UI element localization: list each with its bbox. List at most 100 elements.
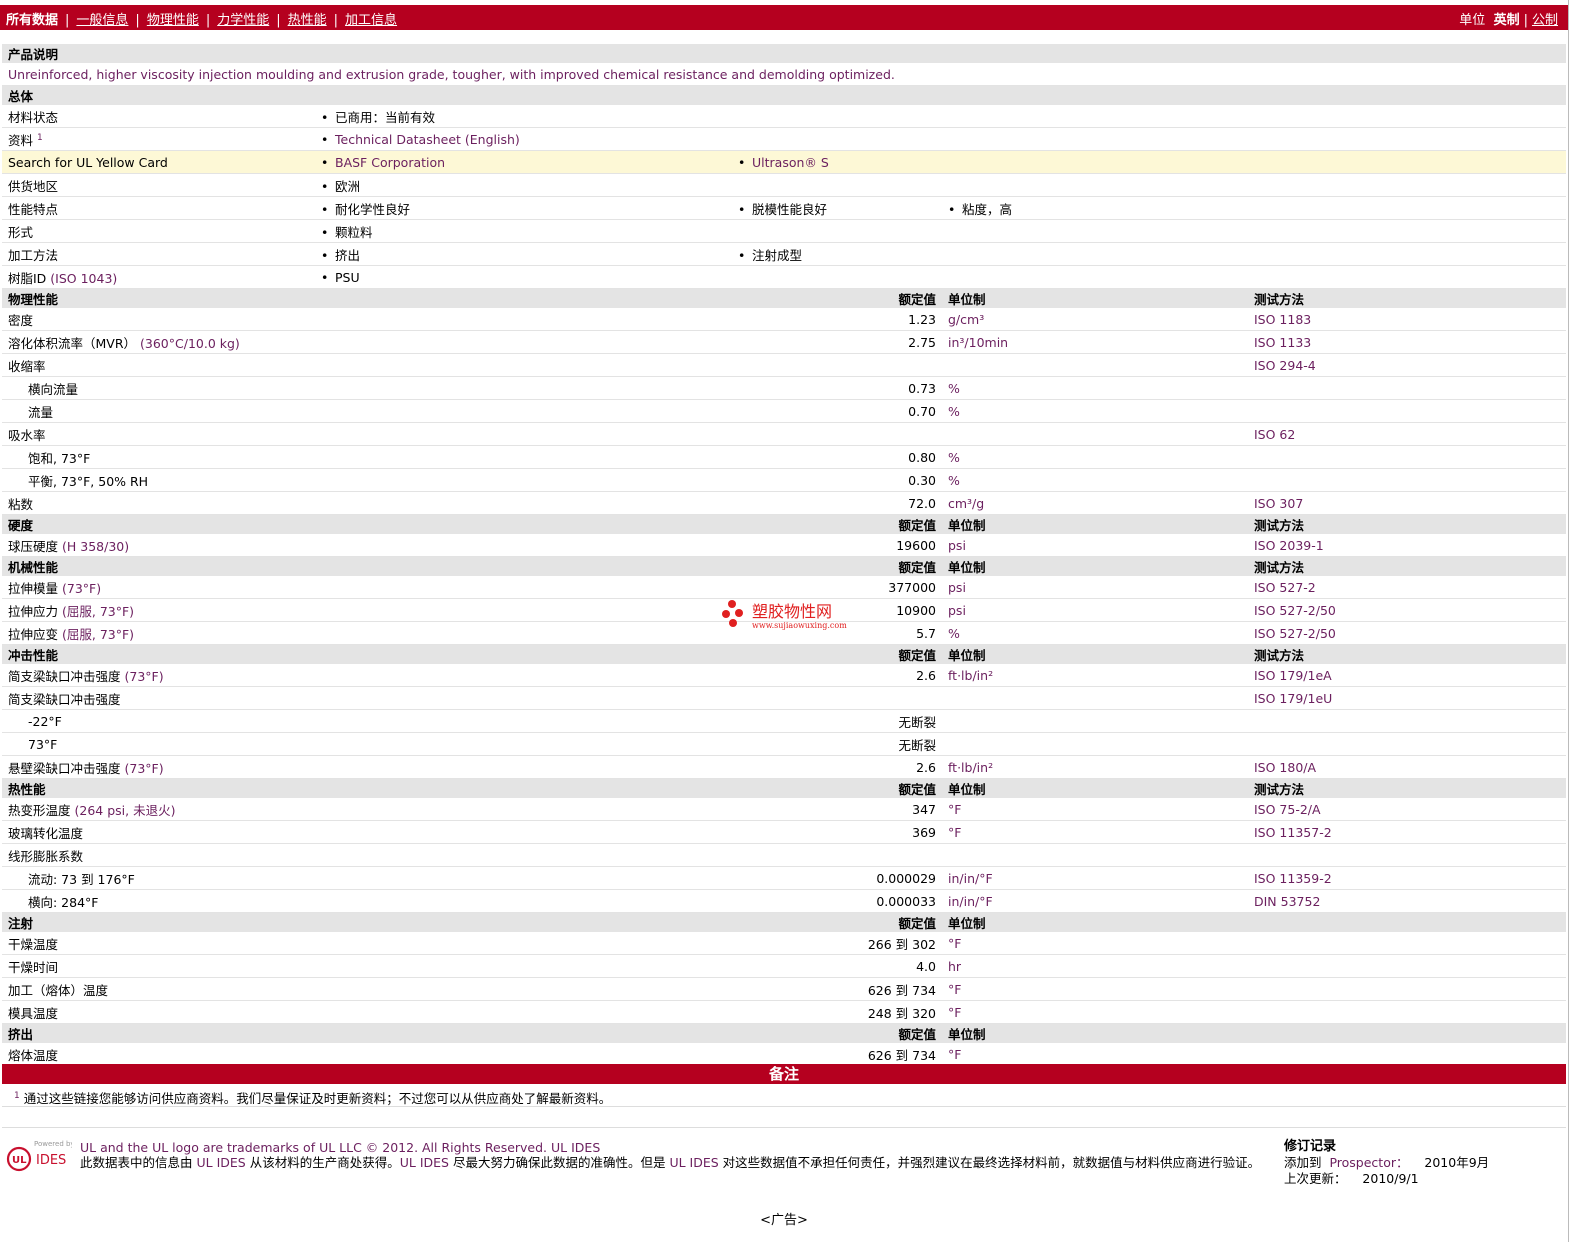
revision-history: 修订记录 添加到 Prospector： 2010年9月 上次更新： 2010/… [1284, 1138, 1489, 1187]
property-row: 平衡, 73°F, 50% RH 0.30% [2, 468, 1566, 492]
property-unit: °F [942, 977, 1248, 1001]
property-label: 流量 [2, 399, 742, 423]
property-name: 溶化体积流率（MVR） [8, 335, 137, 351]
property-unit: °F [942, 1000, 1248, 1024]
general-label-text: 性能特点 [8, 201, 59, 217]
tab-thermal[interactable]: 热性能 [288, 13, 327, 28]
general-value: 粘度，高 [962, 201, 1013, 217]
general-value-cell: • 耐化学性良好 [315, 196, 732, 220]
unit-switcher: 单位 英制 | 公制 [1459, 13, 1558, 28]
property-value: 0.000029 [742, 866, 942, 890]
property-value: 2.75 [742, 330, 942, 354]
property-label: 热变形温度 (264 psi, 未退火) [2, 798, 742, 821]
col-header-method: 测试方法 [1248, 778, 1566, 798]
units-imperial[interactable]: 英制 [1494, 13, 1520, 28]
property-unit: % [942, 445, 1248, 469]
units-metric[interactable]: 公制 [1532, 13, 1558, 28]
property-value: 266 到 302 [742, 932, 942, 955]
general-value-cell: • 注射成型 [732, 242, 942, 266]
property-name: 简支梁缺口冲击强度 [8, 668, 121, 684]
col-header-method: 测试方法 [1248, 644, 1566, 664]
tab-physical[interactable]: 物理性能 [147, 13, 199, 28]
section-title: 总体 [2, 85, 1567, 105]
property-label: 简支梁缺口冲击强度 (73°F) [2, 664, 742, 687]
col-header-unit: 单位制 [942, 289, 1248, 308]
property-value: 4.0 [742, 954, 942, 978]
tab-general-info[interactable]: 一般信息 [76, 13, 128, 28]
property-label: 球压硬度 (H 358/30) [2, 534, 742, 557]
property-name: 饱和, 73°F [28, 450, 91, 466]
legal-part: 此数据表中的信息由 [80, 1155, 193, 1170]
bullet-icon: • [321, 269, 329, 285]
col-header-value: 额定值 [742, 556, 942, 576]
property-value: 626 到 734 [742, 977, 942, 1001]
col-header-unit: 单位制 [942, 514, 1248, 534]
test-method [1248, 376, 1566, 400]
general-value[interactable]: Technical Datasheet (English) [335, 132, 520, 147]
property-row: 简支梁缺口冲击强度 ISO 179/1eU [2, 686, 1566, 710]
property-row: 粘数 72.0 cm³/g ISO 307 [2, 491, 1566, 515]
property-label: 拉伸应变 (屈服, 73°F) [2, 621, 742, 645]
property-condition: (264 psi, 未退火) [74, 802, 176, 818]
tab-mechanical[interactable]: 力学性能 [217, 13, 269, 28]
ul-ides-link[interactable]: UL IDES [551, 1140, 600, 1155]
top-nav-bar: 所有数据 | 一般信息 | 物理性能 | 力学性能 | 热性能 | 加工信息 单位 英制 | 公制 [0, 0, 1568, 30]
property-unit: °F [942, 932, 1248, 955]
general-label-text[interactable]: Search for UL Yellow Card [8, 155, 168, 170]
general-value-cell [942, 105, 1567, 128]
col-header-value: 额定值 [742, 1023, 942, 1043]
logo-ides-text: IDES [36, 1153, 66, 1168]
bullet-icon: • [738, 154, 746, 170]
col-header-method: 测试方法 [1248, 514, 1566, 534]
property-condition: (H 358/30) [62, 538, 130, 554]
property-value: 无断裂 [742, 732, 942, 756]
property-value: 369 [742, 820, 942, 844]
property-label: 线形膨胀系数 [2, 843, 742, 867]
tab-all-data[interactable]: 所有数据 [6, 13, 58, 28]
general-label: 加工方法 [2, 242, 315, 266]
property-name: 收缩率 [8, 358, 46, 374]
property-row: 横向流量 0.73% [2, 376, 1566, 400]
property-value: 1.23 [742, 308, 942, 331]
legal-part: 对这些数据值不承担任何责任，并强烈建议在最终选择材料前，就数据值与材料供应商进行… [722, 1155, 1261, 1170]
property-row: 拉伸模量 (73°F) 377000 psi ISO 527-2 [2, 576, 1566, 599]
general-label-text: 资料 [8, 132, 34, 148]
property-unit: °F [942, 798, 1248, 821]
prospector-link[interactable]: Prospector： [1329, 1155, 1408, 1170]
property-name: 吸水率 [8, 427, 46, 443]
property-row: 溶化体积流率（MVR） (360°C/10.0 kg) 2.75 in³/10min… [2, 330, 1566, 354]
bullet-icon: • [321, 131, 329, 147]
general-value-cell: • 粘度，高 [942, 196, 1567, 220]
ul-ides-link[interactable]: UL IDES [669, 1155, 718, 1170]
property-row: 熔体温度 626 到 734 °F [2, 1043, 1566, 1066]
general-label-text: 形式 [8, 224, 34, 240]
property-row: -22°F 无断裂 [2, 709, 1566, 733]
properties-table: 物理性能 额定值 单位制 测试方法 密度 1.23 g/cm³ ISO 1183 溶化体积流率（… [2, 289, 1566, 1066]
tab-processing[interactable]: 加工信息 [345, 13, 397, 28]
property-row: 流量 0.70% [2, 399, 1566, 423]
section-header: 冲击性能 额定值 单位制 测试方法 [2, 644, 1566, 664]
col-header-unit: 单位制 [942, 912, 1248, 932]
property-unit: ft·lb/in² [942, 664, 1248, 687]
general-value[interactable]: Ultrason® S [752, 155, 829, 170]
footnote-ref: 1 [37, 132, 43, 143]
col-header-method: 测试方法 [1248, 556, 1566, 576]
property-value: 无断裂 [742, 709, 942, 733]
section-header: 物理性能 额定值 单位制 测试方法 [2, 289, 1566, 308]
general-value: 已商用：当前有效 [335, 109, 436, 125]
test-method [1248, 709, 1566, 733]
general-value[interactable]: BASF Corporation [335, 155, 445, 170]
ul-ides-link[interactable]: UL IDES [197, 1155, 246, 1170]
property-value: 72.0 [742, 491, 942, 515]
property-label: -22°F [2, 709, 742, 733]
section-header: 硬度 额定值 单位制 测试方法 [2, 514, 1566, 534]
property-name: 干燥温度 [8, 936, 59, 952]
ul-ides-link[interactable]: UL IDES [400, 1155, 449, 1170]
property-value: 347 [742, 798, 942, 821]
general-value-cell: • 脱模性能良好 [732, 196, 942, 220]
footnote: 1 通过这些链接您能够访问供应商资料。我们尽量保证及时更新资料；不过您可以从供应… [14, 1088, 611, 1107]
datasheet-table: 产品说明 Unreinforced, higher viscosity injec… [2, 44, 1567, 289]
property-row: 73°F 无断裂 [2, 732, 1566, 756]
property-condition: (屈服, 73°F) [62, 603, 135, 619]
general-row: 性能特点 • 耐化学性良好 • 脱模性能良好 • 粘度，高 [2, 196, 1567, 220]
